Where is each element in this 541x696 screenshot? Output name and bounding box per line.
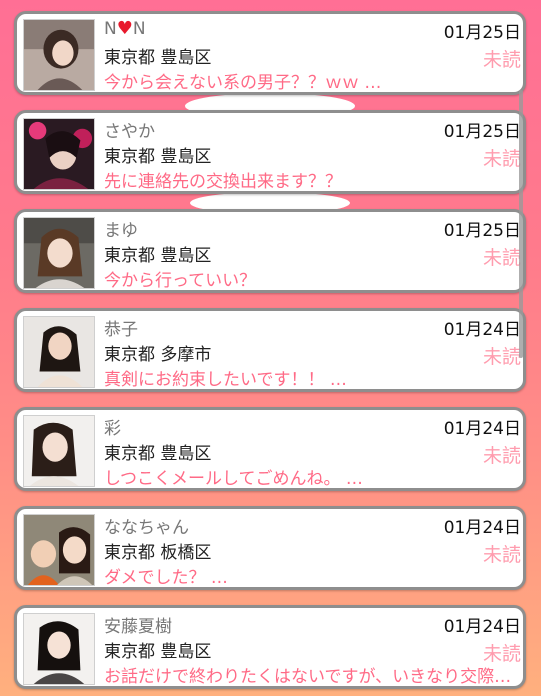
sender-name: さやか: [104, 122, 155, 142]
sender-location: 東京都 板橋区: [104, 543, 212, 563]
heart-icon: ♥: [116, 18, 133, 39]
message-date: 01月24日: [443, 419, 521, 439]
avatar[interactable]: [23, 118, 95, 190]
sender-name: 安藤夏樹: [104, 617, 172, 637]
unread-status: 未読: [482, 643, 521, 665]
scrollbar[interactable]: [519, 90, 523, 358]
message-preview: 真剣にお約束したいです！！ …: [104, 370, 347, 390]
message-card[interactable]: 恭子 東京都 多摩市 真剣にお約束したいです！！ … 01月24日 未読: [14, 308, 526, 392]
sender-name: ななちゃん: [104, 518, 189, 538]
message-card[interactable]: まゆ 東京都 豊島区 今から行っていい？ 01月25日 未読: [14, 209, 526, 293]
message-preview: ダメでした？ …: [104, 568, 228, 588]
message-card[interactable]: ななちゃん 東京都 板橋区 ダメでした？ … 01月24日 未読: [14, 506, 526, 590]
sender-name: 彩: [104, 419, 121, 439]
message-preview: 今から会えない系の男子？？ｗｗ …: [104, 73, 382, 93]
sender-location: 東京都 豊島区: [104, 246, 212, 266]
sender-location: 東京都 豊島区: [104, 147, 212, 167]
profile-photo-icon: [24, 515, 94, 585]
profile-photo-icon: [24, 317, 94, 387]
profile-photo-icon: [24, 119, 94, 189]
message-list: N♥N 東京都 豊島区 今から会えない系の男子？？ｗｗ … 01月25日 未読 …: [0, 0, 541, 696]
message-date: 01月25日: [443, 122, 521, 142]
message-date: 01月24日: [443, 320, 521, 340]
sender-name: まゆ: [104, 221, 138, 241]
sender-name: 恭子: [104, 320, 138, 340]
message-card[interactable]: 彩 東京都 豊島区 しつこくメールしてごめんね。 … 01月24日 未読: [14, 407, 526, 491]
avatar[interactable]: [23, 514, 95, 586]
avatar[interactable]: [23, 19, 95, 91]
avatar[interactable]: [23, 217, 95, 289]
message-preview: お話だけで終わりたくはないですが、いきなり交際…: [104, 667, 512, 687]
message-date: 01月24日: [443, 617, 521, 637]
message-card[interactable]: さやか 東京都 豊島区 先に連絡先の交換出来ます？？ 01月25日 未読: [14, 110, 526, 194]
profile-photo-icon: [24, 614, 94, 684]
message-card[interactable]: N♥N 東京都 豊島区 今から会えない系の男子？？ｗｗ … 01月25日 未読: [14, 11, 526, 95]
sender-name-text: N: [104, 19, 117, 39]
message-date: 01月25日: [443, 221, 521, 241]
unread-status: 未読: [482, 346, 521, 368]
message-date: 01月24日: [443, 518, 521, 538]
unread-status: 未読: [482, 544, 521, 566]
message-date: 01月25日: [443, 23, 521, 43]
unread-status: 未読: [482, 445, 521, 467]
unread-status: 未読: [482, 247, 521, 269]
profile-photo-icon: [24, 218, 94, 288]
sender-location: 東京都 多摩市: [104, 345, 212, 365]
unread-status: 未読: [482, 148, 521, 170]
message-preview: しつこくメールしてごめんね。 …: [104, 469, 363, 489]
avatar[interactable]: [23, 415, 95, 487]
avatar[interactable]: [23, 316, 95, 388]
sender-name-tail: N: [132, 19, 146, 39]
sender-location: 東京都 豊島区: [104, 642, 212, 662]
profile-photo-icon: [24, 20, 94, 90]
sender-name: N♥N: [104, 18, 146, 39]
sender-location: 東京都 豊島区: [104, 48, 212, 68]
unread-status: 未読: [482, 49, 521, 71]
message-card[interactable]: 安藤夏樹 東京都 豊島区 お話だけで終わりたくはないですが、いきなり交際… 01…: [14, 605, 526, 689]
profile-photo-icon: [24, 416, 94, 486]
avatar[interactable]: [23, 613, 95, 685]
message-preview: 先に連絡先の交換出来ます？？: [104, 172, 342, 192]
sender-location: 東京都 豊島区: [104, 444, 212, 464]
message-preview: 今から行っていい？: [104, 271, 257, 291]
